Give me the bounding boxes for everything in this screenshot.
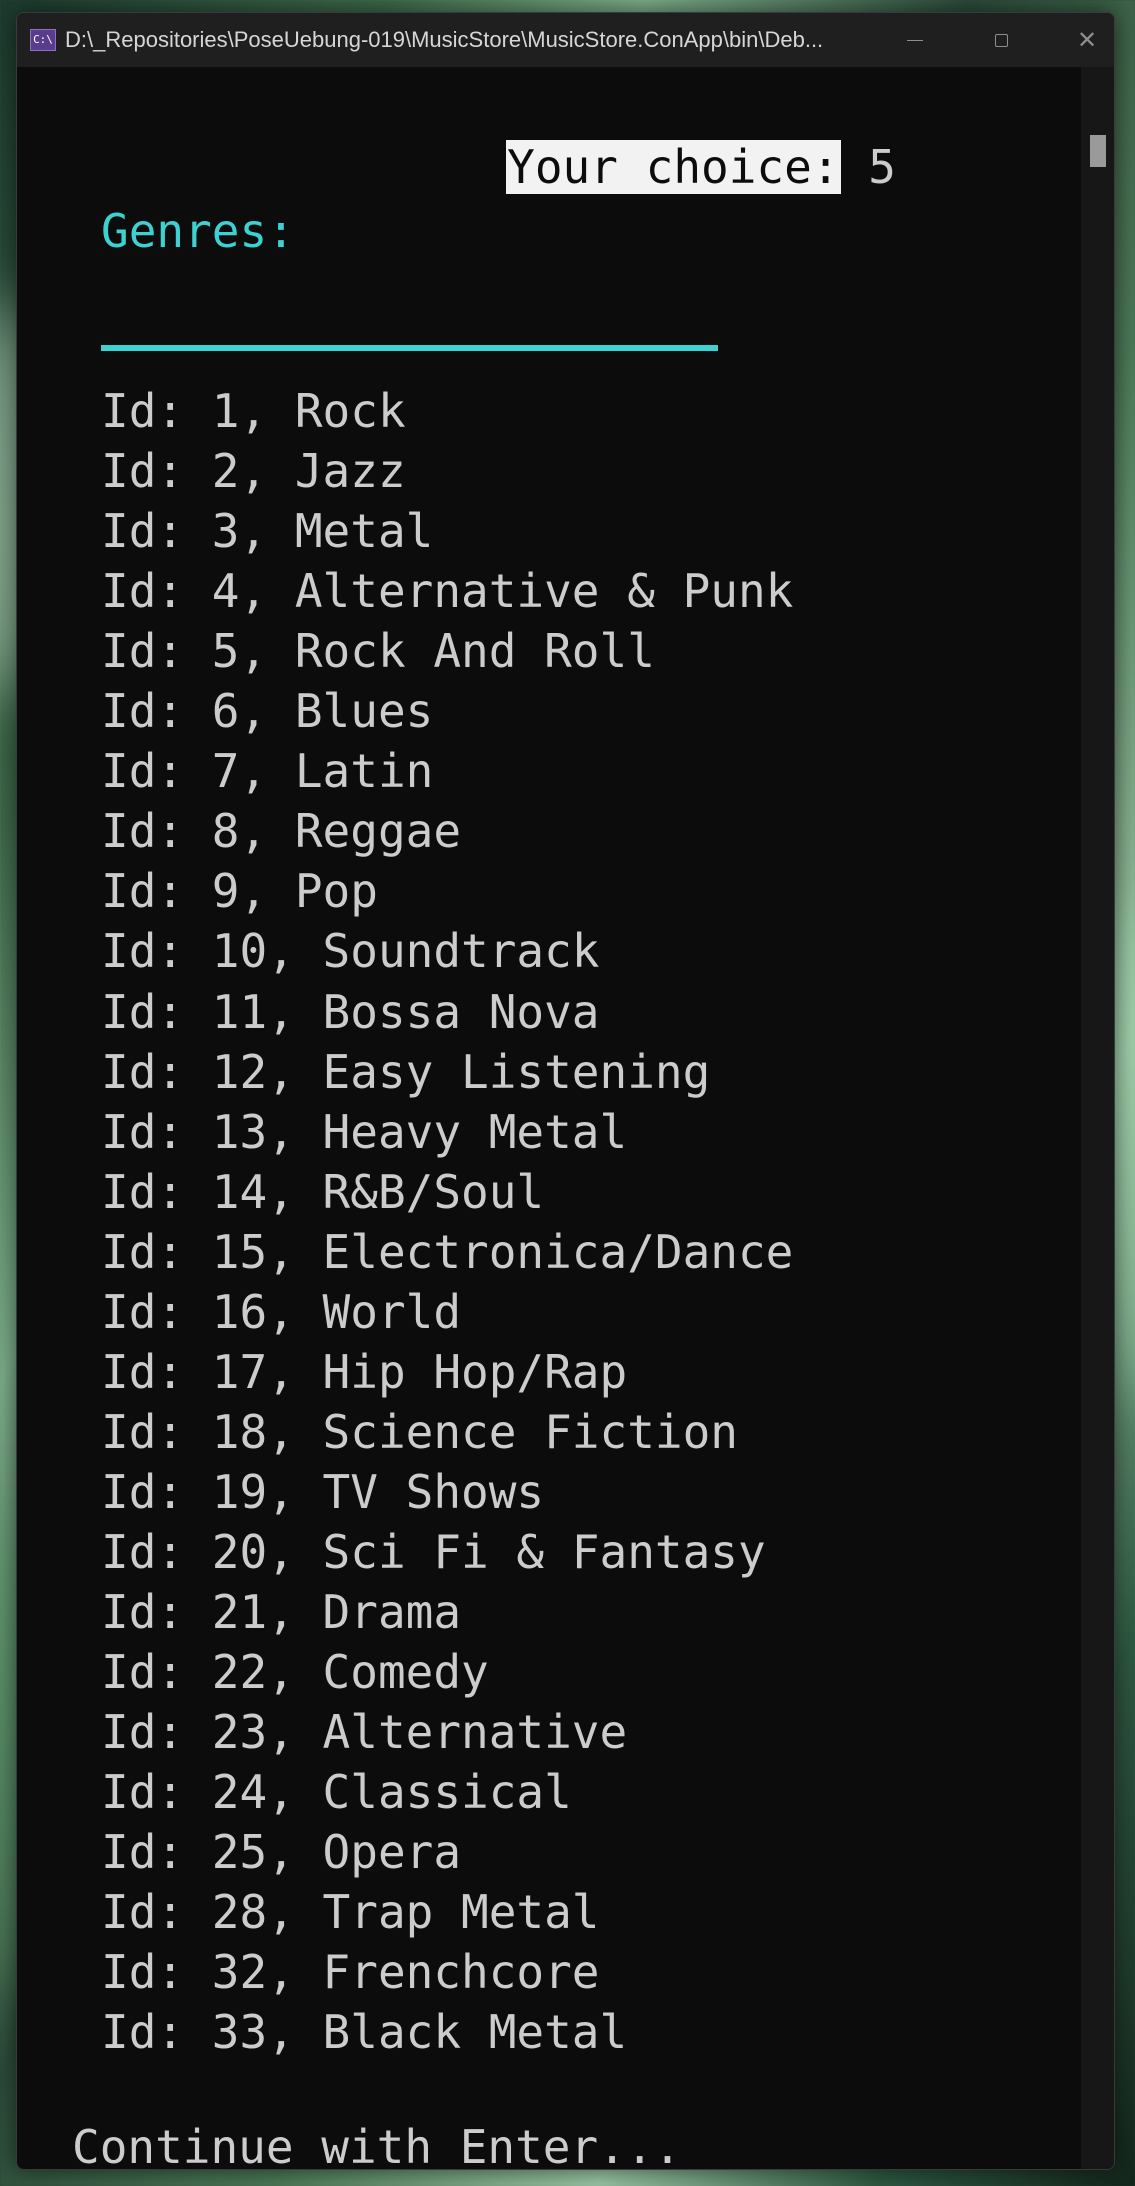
scrollbar[interactable] [1081,67,1114,2169]
minimize-icon [907,39,923,41]
genre-line: Id: 5, Rock And Roll [101,624,655,679]
prompt-label: Your choice: [506,140,841,194]
genre-line: Id: 9, Pop [101,864,378,919]
prompt-value: 5 [840,140,896,194]
scrollbar-thumb[interactable] [1090,135,1106,167]
close-button[interactable]: ✕ [1044,13,1114,67]
genre-line: Id: 19, TV Shows [101,1464,545,1519]
genre-line: Id: 10, Soundtrack [101,924,600,979]
console-app-icon[interactable]: C:\ [30,29,56,51]
genres-heading: Genres: [101,204,295,258]
genre-line: Id: 13, Heavy Metal [101,1104,628,1159]
genre-line: Id: 2, Jazz [101,444,406,499]
genre-line: Id: 6, Blues [101,684,434,739]
genre-line: Id: 8, Reggae [101,804,462,859]
genre-line: Id: 7, Latin [101,744,434,799]
genre-line: Id: 22, Comedy [101,1645,489,1699]
genre-line: Id: 3, Metal [101,504,434,559]
genre-line: Id: 1, Rock [101,384,406,438]
genre-line: Id: 20, Sci Fi & Fantasy [101,1525,766,1579]
genre-line: Id: 21, Drama [101,1585,462,1639]
console-output[interactable]: Your choice: 5 Genres: Id: 1, Rock Id: 2,… [17,67,1081,2169]
minimize-button[interactable] [872,13,958,67]
genre-line: Id: 11, Bossa Nova [101,984,600,1039]
genre-line: Id: 14, R&B/Soul [101,1164,545,1219]
console-window[interactable]: C:\ D:\_Repositories\PoseUebung-019\Musi… [16,12,1115,2170]
genre-line: Id: 16, World [101,1284,462,1339]
genre-line: Id: 28, Trap Metal [101,1885,600,1940]
genre-line: Id: 12, Easy Listening [101,1044,711,1099]
title-bar[interactable]: C:\ D:\_Repositories\PoseUebung-019\Musi… [17,13,1114,67]
genre-line: Id: 18, Science Fiction [101,1404,738,1459]
prompt-line: Your choice: 5 [340,83,896,194]
continue-prompt: Continue with Enter... [72,2120,682,2170]
genre-line: Id: 17, Hip Hop/Rap [101,1344,628,1399]
genre-line: Id: 25, Opera [101,1825,462,1880]
window-title: D:\_Repositories\PoseUebung-019\MusicSto… [65,27,824,52]
maximize-button[interactable] [958,13,1044,67]
genre-line: Id: 4, Alternative & Punk [101,564,794,619]
genre-line: Id: 24, Classical [101,1765,572,1820]
close-icon: ✕ [1076,26,1098,54]
heading-underline [101,345,718,351]
genre-line: Id: 23, Alternative [101,1705,628,1760]
genre-line: Id: 32, Frenchcore [101,1945,600,2000]
maximize-icon [994,33,1008,47]
genre-line: Id: 15, Electronica/Dance [101,1224,794,1279]
genre-line: Id: 33, Black Metal [101,2005,628,2060]
